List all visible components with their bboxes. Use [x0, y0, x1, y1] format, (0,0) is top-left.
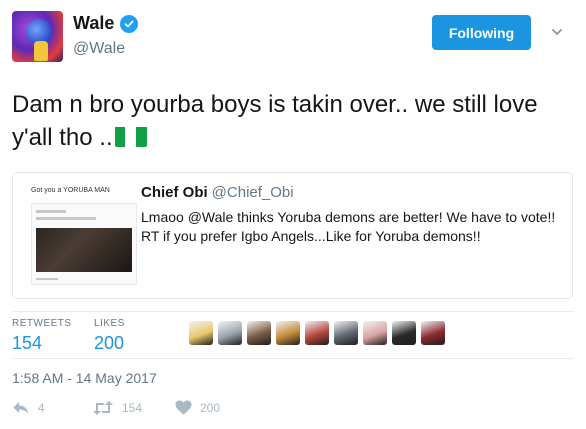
thumbnail-line — [36, 210, 66, 213]
author-handle[interactable]: @Wale — [73, 40, 125, 58]
retweet-icon — [93, 401, 113, 415]
reply-icon — [13, 402, 29, 414]
author-display-name[interactable]: Wale — [73, 13, 114, 34]
author-name-row: Wale — [73, 13, 139, 34]
following-button[interactable]: Following — [432, 15, 531, 50]
reply-action[interactable]: 4 — [12, 400, 45, 416]
liker-avatar[interactable] — [218, 321, 242, 345]
liker-avatar[interactable] — [305, 321, 329, 345]
tweet-text-content: Dam n bro yourba boys is takin over.. we… — [12, 91, 538, 151]
thumbnail-footer — [36, 278, 58, 280]
quoted-tweet-text: Lmaoo @Wale thinks Yoruba demons are bet… — [141, 209, 556, 244]
thumbnail-caption: Got you a YORUBA MAN — [31, 187, 110, 194]
like-count: 200 — [200, 400, 221, 415]
likes-count: 200 — [94, 333, 125, 353]
retweet-count: 154 — [122, 401, 143, 415]
liker-avatar[interactable] — [276, 321, 300, 345]
verified-badge-icon — [120, 14, 139, 33]
quoted-tweet-thumbnail: Got you a YORUBA MAN — [31, 183, 137, 289]
thumbnail-photo — [36, 228, 132, 272]
quoted-tweet-card[interactable]: Got you a YORUBA MAN Chief Obi @Chief_Obi… — [12, 172, 573, 299]
tweet-stats: RETWEETS 154 LIKES 200 — [12, 311, 574, 359]
liker-avatar[interactable] — [392, 321, 416, 345]
tweet-text: Dam n bro yourba boys is takin over.. we… — [12, 88, 572, 154]
retweet-action[interactable]: 154 — [92, 400, 142, 416]
tweet-timestamp[interactable]: 1:58 AM - 14 May 2017 — [12, 370, 157, 386]
liker-avatar[interactable] — [363, 321, 387, 345]
liker-avatars — [189, 321, 445, 345]
quoted-display-name: Chief Obi — [141, 184, 208, 201]
thumbnail-line — [36, 217, 96, 220]
like-action[interactable]: 200 — [175, 400, 220, 415]
tweet-actions: 4 154 200 — [12, 400, 574, 422]
heart-icon — [175, 400, 192, 415]
quoted-tweet-body: Chief Obi @Chief_Obi Lmaoo @Wale thinks Y… — [141, 184, 561, 246]
liker-avatar[interactable] — [334, 321, 358, 345]
chevron-down-icon[interactable] — [551, 26, 563, 38]
nigeria-flag-icon — [114, 125, 147, 147]
likes-stat[interactable]: LIKES 200 — [94, 318, 125, 354]
retweets-stat[interactable]: RETWEETS 154 — [12, 318, 72, 354]
likes-label: LIKES — [94, 318, 125, 329]
retweets-label: RETWEETS — [12, 318, 72, 329]
quoted-handle: @Chief_Obi — [211, 184, 294, 201]
avatar-hand-graphic — [34, 41, 48, 61]
reply-count: 4 — [38, 401, 45, 415]
author-avatar[interactable] — [12, 11, 63, 62]
liker-avatar[interactable] — [421, 321, 445, 345]
liker-avatar[interactable] — [247, 321, 271, 345]
thumbnail-screenshot — [31, 203, 137, 285]
retweets-count: 154 — [12, 333, 43, 353]
liker-avatar[interactable] — [189, 321, 213, 345]
